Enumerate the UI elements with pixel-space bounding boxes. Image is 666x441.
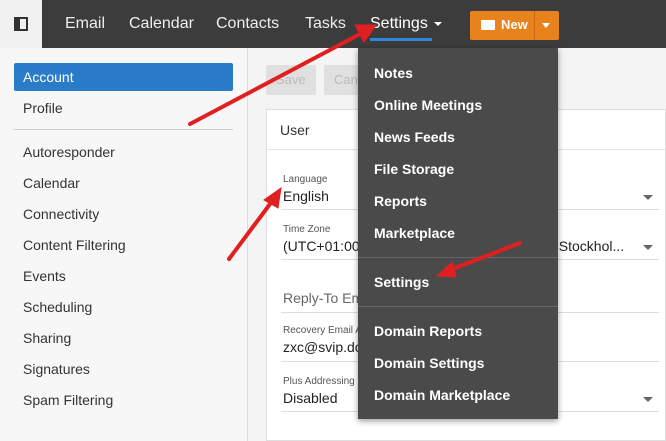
active-nav-indicator — [370, 38, 432, 41]
menu-divider — [358, 257, 558, 258]
nav-settings[interactable]: Settings — [370, 15, 442, 33]
menu-item-reports[interactable]: Reports — [374, 193, 427, 209]
top-navigation-bar: Email Calendar Contacts Tasks Settings N… — [0, 0, 666, 48]
sidebar-item-connectivity[interactable]: Connectivity — [14, 200, 233, 228]
menu-item-domain-settings[interactable]: Domain Settings — [374, 355, 484, 371]
language-label: Language — [283, 174, 328, 185]
envelope-icon — [481, 20, 495, 30]
timezone-select-tail: , Stockhol... — [551, 238, 625, 254]
menu-item-marketplace[interactable]: Marketplace — [374, 225, 455, 241]
reply-to-input[interactable]: Reply-To Em — [283, 290, 363, 306]
recovery-email-label: Recovery Email A — [283, 325, 362, 336]
menu-item-settings[interactable]: Settings — [374, 274, 429, 290]
menu-item-news-feeds[interactable]: News Feeds — [374, 129, 455, 145]
sidebar-divider — [14, 129, 233, 130]
new-button-label: New — [501, 17, 528, 32]
menu-item-notes[interactable]: Notes — [374, 65, 413, 81]
sidebar-item-sharing[interactable]: Sharing — [14, 324, 233, 352]
menu-item-domain-reports[interactable]: Domain Reports — [374, 323, 482, 339]
language-select[interactable]: English — [283, 188, 329, 204]
new-dropdown-caret-icon[interactable] — [542, 23, 550, 28]
plus-addressing-dropdown-icon[interactable] — [643, 397, 653, 402]
sidebar-item-account[interactable]: Account — [14, 63, 233, 91]
button-divider — [534, 11, 535, 40]
timezone-dropdown-icon[interactable] — [643, 245, 653, 250]
recovery-email-input[interactable]: zxc@svip.dc — [283, 339, 362, 355]
nav-settings-label: Settings — [370, 15, 428, 32]
plus-addressing-label: Plus Addressing — [283, 376, 355, 387]
sidebar-item-signatures[interactable]: Signatures — [14, 355, 233, 383]
menu-divider — [358, 306, 558, 307]
menu-item-file-storage[interactable]: File Storage — [374, 161, 454, 177]
menu-item-online-meetings[interactable]: Online Meetings — [374, 97, 482, 113]
menu-item-domain-marketplace[interactable]: Domain Marketplace — [374, 387, 510, 403]
sidebar-item-autoresponder[interactable]: Autoresponder — [14, 138, 233, 166]
sidebar-toggle-button[interactable] — [0, 0, 42, 48]
new-button[interactable]: New — [470, 11, 559, 40]
settings-sidebar: Account Profile Autoresponder Calendar C… — [0, 48, 248, 441]
nav-email[interactable]: Email — [65, 15, 105, 33]
panel-layout-icon — [14, 17, 28, 31]
chevron-down-icon — [433, 21, 442, 26]
sidebar-item-content-filtering[interactable]: Content Filtering — [14, 231, 233, 259]
nav-contacts[interactable]: Contacts — [216, 15, 279, 33]
timezone-select[interactable]: (UTC+01:00) — [283, 238, 364, 254]
sidebar-item-scheduling[interactable]: Scheduling — [14, 293, 233, 321]
plus-addressing-select[interactable]: Disabled — [283, 390, 337, 406]
sidebar-item-spam-filtering[interactable]: Spam Filtering — [14, 386, 233, 414]
settings-dropdown-menu: Notes Online Meetings News Feeds File St… — [358, 48, 558, 419]
language-dropdown-icon[interactable] — [643, 195, 653, 200]
nav-calendar[interactable]: Calendar — [129, 15, 194, 33]
timezone-label: Time Zone — [283, 224, 331, 235]
nav-tasks[interactable]: Tasks — [305, 15, 346, 33]
sidebar-item-profile[interactable]: Profile — [14, 94, 233, 122]
sidebar-item-events[interactable]: Events — [14, 262, 233, 290]
sidebar-item-calendar[interactable]: Calendar — [14, 169, 233, 197]
save-button[interactable]: Save — [266, 65, 316, 95]
